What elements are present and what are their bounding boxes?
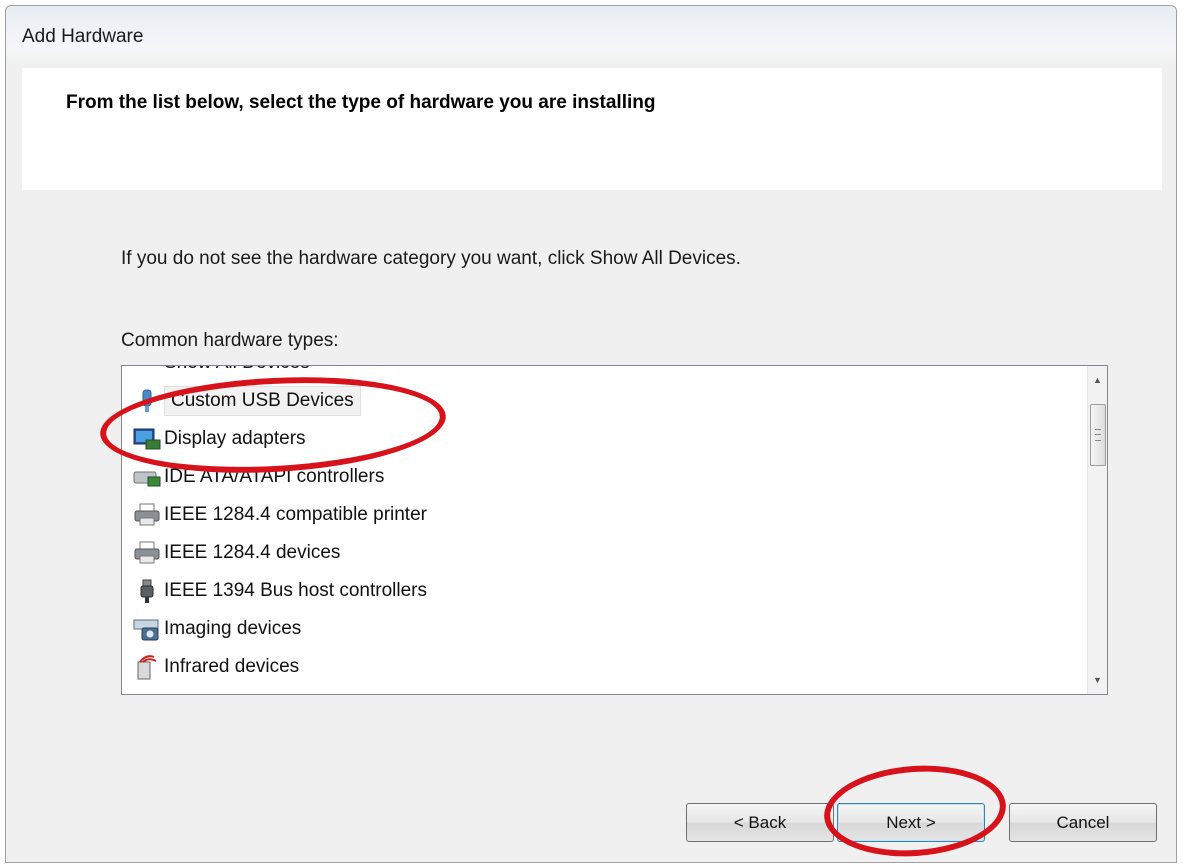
printer-icon xyxy=(132,540,162,566)
display-adapter-icon xyxy=(132,426,162,452)
scroll-thumb[interactable] xyxy=(1090,404,1106,466)
list-item-ieee-1284-4-devices[interactable]: IEEE 1284.4 devices xyxy=(122,534,1087,572)
list-item-ieee-1284-4-compatible-printer[interactable]: IEEE 1284.4 compatible printer xyxy=(122,496,1087,534)
usb-device-icon xyxy=(132,388,162,414)
next-button[interactable]: Next > xyxy=(837,803,985,842)
wizard-body: If you do not see the hardware category … xyxy=(22,190,1162,768)
list-item-label: Custom USB Devices xyxy=(164,386,361,416)
list-item-display-adapters[interactable]: Display adapters xyxy=(122,420,1087,458)
title-bar[interactable]: Add Hardware xyxy=(6,6,1176,68)
printer-icon xyxy=(132,502,162,528)
imaging-device-icon xyxy=(132,616,162,642)
header-instruction: From the list below, select the type of … xyxy=(66,92,656,113)
show-all-devices-icon xyxy=(132,366,162,376)
list-item-infrared-devices[interactable]: Infrared devices xyxy=(122,648,1087,686)
list-item-imaging-devices[interactable]: Imaging devices xyxy=(122,610,1087,648)
scroll-up-arrow-icon[interactable]: ▲ xyxy=(1088,370,1107,390)
firewire-plug-icon xyxy=(132,578,162,604)
list-scrollbar[interactable]: ▲ ▼ xyxy=(1087,366,1107,694)
list-item-show-all-devices[interactable]: Show All Devices xyxy=(122,366,1087,382)
ide-controller-icon xyxy=(132,464,162,490)
list-item-label: IEEE 1284.4 compatible printer xyxy=(164,504,427,525)
list-item-label: Display adapters xyxy=(164,428,306,449)
list-item-label: IEEE 1284.4 devices xyxy=(164,542,341,563)
list-item-label: IDE ATA/ATAPI controllers xyxy=(164,466,385,487)
window-title: Add Hardware xyxy=(22,26,144,47)
wizard-footer: < Back Next > Cancel xyxy=(22,765,1162,860)
cancel-button[interactable]: Cancel xyxy=(1009,803,1157,842)
list-item-label: Infrared devices xyxy=(164,656,300,677)
list-item-ide-ata-atapi-controllers[interactable]: IDE ATA/ATAPI controllers xyxy=(122,458,1087,496)
list-item-ieee-1394-bus-host-controllers[interactable]: IEEE 1394 Bus host controllers xyxy=(122,572,1087,610)
infrared-device-icon xyxy=(132,654,162,680)
list-item-label: IEEE 1394 Bus host controllers xyxy=(164,580,427,601)
grip-icon xyxy=(1095,429,1101,441)
wizard-header: From the list below, select the type of … xyxy=(22,68,1162,191)
list-item-custom-usb-devices[interactable]: Custom USB Devices xyxy=(122,382,1087,420)
add-hardware-window: Add Hardware From the list below, select… xyxy=(5,5,1177,863)
list-items-container: Show All Devices Custom USB Devices xyxy=(122,366,1087,686)
list-item-label: Show All Devices xyxy=(164,366,310,374)
hint-text: If you do not see the hardware category … xyxy=(121,248,741,269)
list-item-label: Imaging devices xyxy=(164,618,302,639)
list-label: Common hardware types: xyxy=(121,330,339,351)
back-button[interactable]: < Back xyxy=(686,803,834,842)
hardware-type-list[interactable]: Show All Devices Custom USB Devices xyxy=(121,365,1108,695)
scroll-down-arrow-icon[interactable]: ▼ xyxy=(1088,670,1107,690)
